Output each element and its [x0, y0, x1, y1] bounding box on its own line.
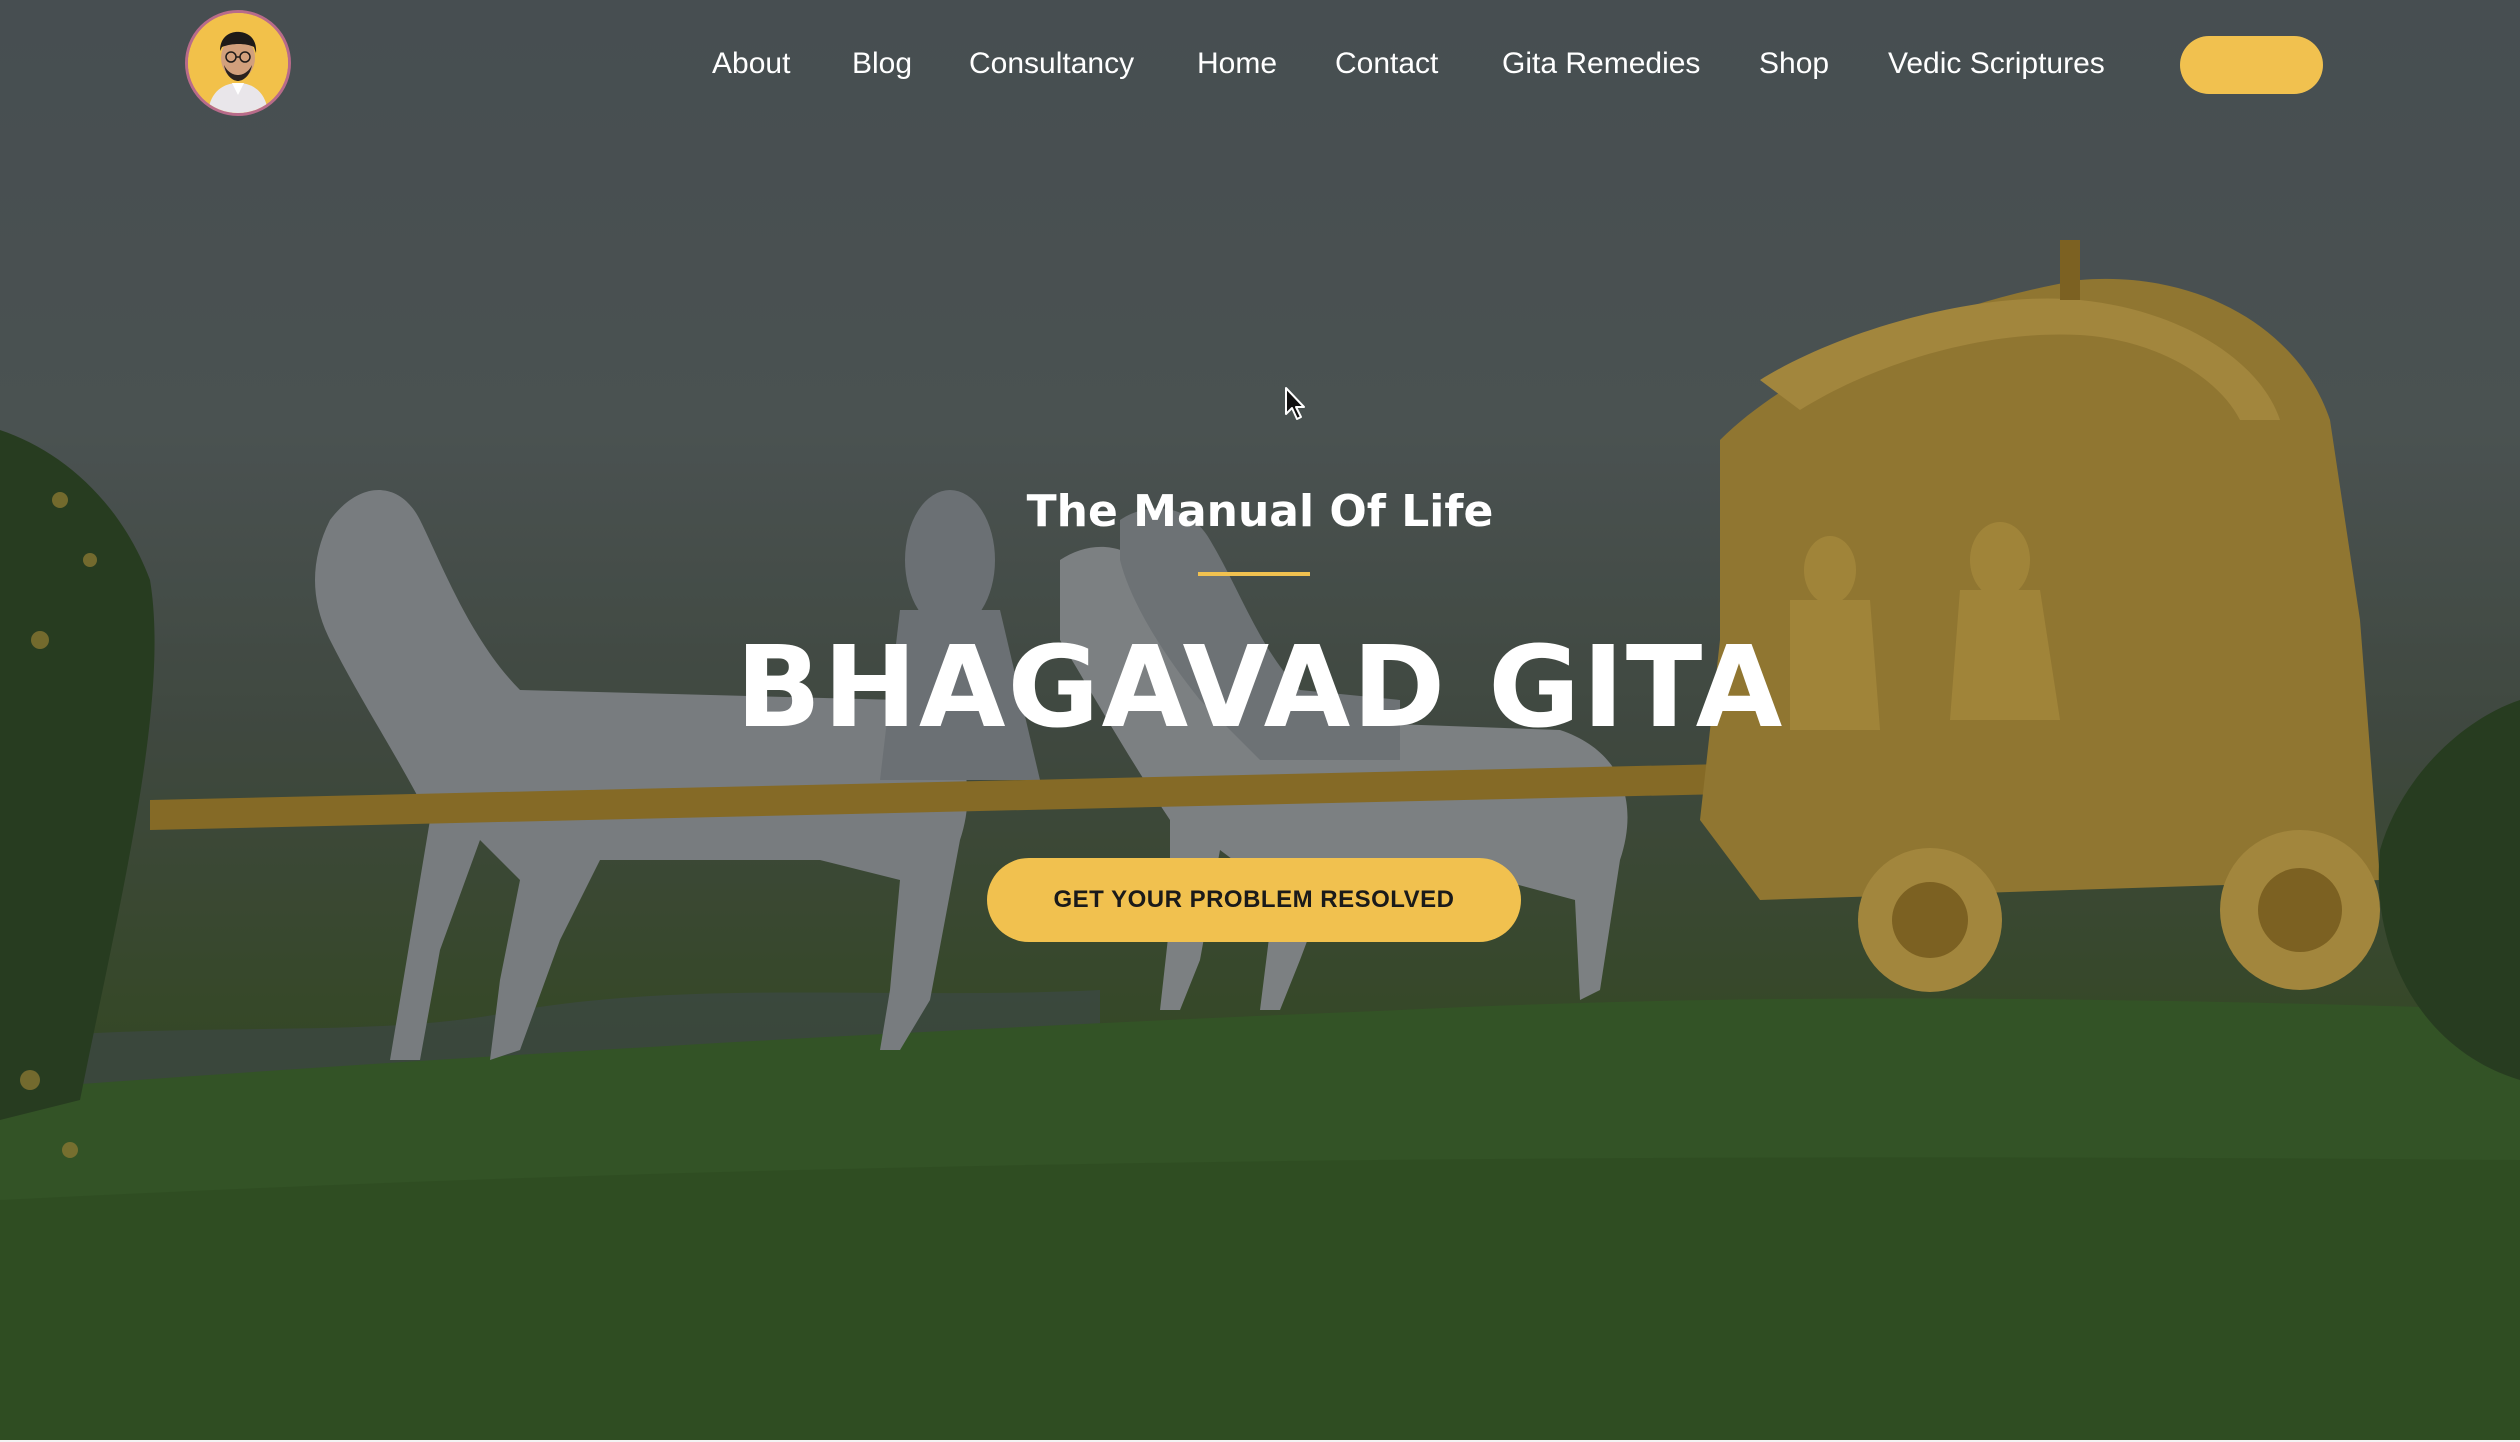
- nav-item-contact[interactable]: Contact: [1335, 42, 1438, 86]
- hero-subtitle: The Manual Of Life: [1026, 486, 1494, 537]
- mouse-pointer-icon: [1285, 387, 1305, 420]
- nav-item-shop[interactable]: Shop: [1759, 42, 1829, 86]
- person-avatar-icon: [188, 13, 288, 113]
- avatar[interactable]: [185, 10, 291, 116]
- nav-item-gita-remedies[interactable]: Gita Remedies: [1502, 42, 1700, 86]
- site-header: About Blog Consultancy Home Contact Gita…: [0, 0, 2520, 130]
- nav-item-consultancy[interactable]: Consultancy: [969, 42, 1134, 86]
- get-problem-resolved-button[interactable]: GET YOUR PROBLEM RESOLVED: [987, 858, 1521, 942]
- hero-title: BHAGAVAD GITA: [735, 623, 1785, 753]
- subtitle-divider: [1198, 572, 1310, 576]
- nav-item-about[interactable]: About: [712, 42, 790, 86]
- header-cta-button[interactable]: [2180, 36, 2323, 94]
- nav-item-vedic-scriptures[interactable]: Vedic Scriptures: [1888, 42, 2105, 86]
- nav-item-blog[interactable]: Blog: [852, 42, 912, 86]
- nav-item-home[interactable]: Home: [1197, 42, 1277, 86]
